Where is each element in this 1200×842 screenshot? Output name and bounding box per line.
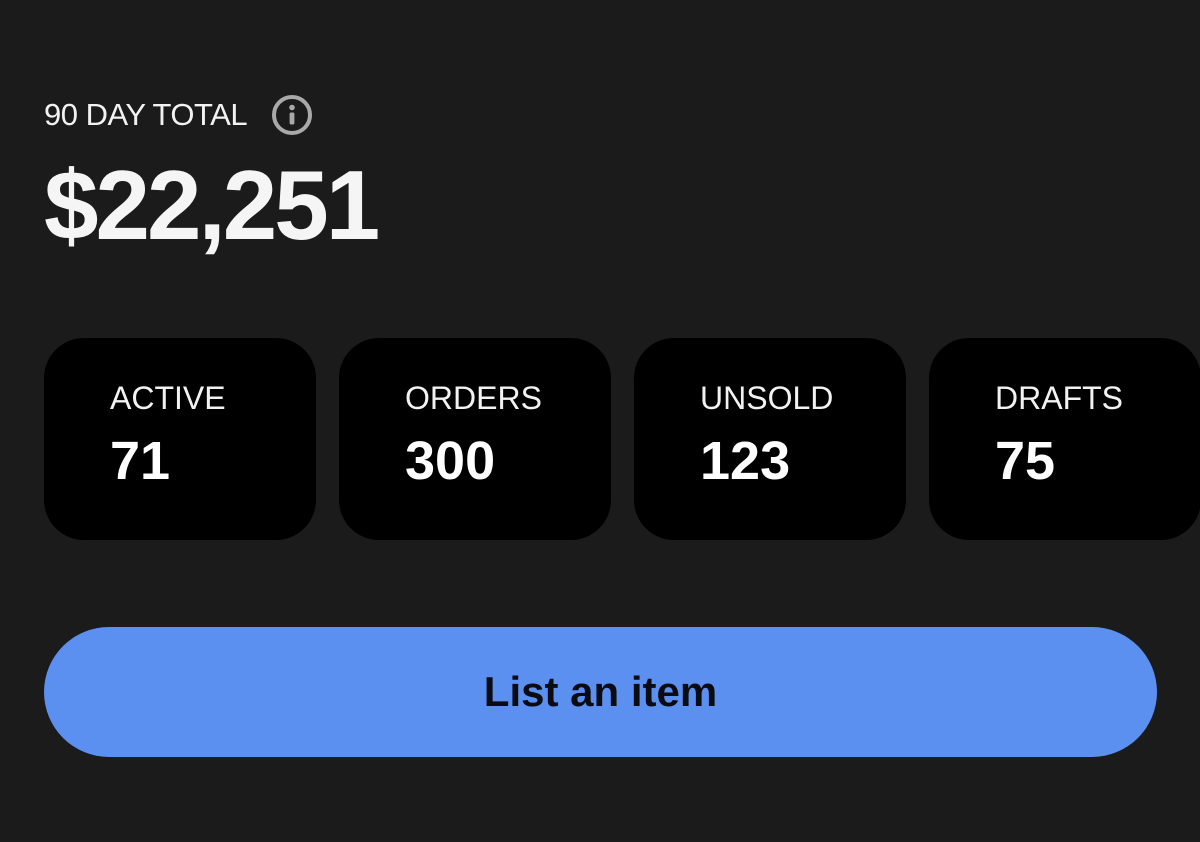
info-icon[interactable] — [271, 94, 313, 136]
stat-label: UNSOLD — [700, 380, 834, 416]
stat-value: 300 — [405, 431, 496, 491]
sales-summary: 90 DAY TOTAL $22,251 — [44, 92, 380, 260]
stat-card-orders[interactable]: ORDERS 300 — [339, 338, 611, 540]
stat-card-active[interactable]: ACTIVE 71 — [44, 338, 316, 540]
total-sales-value: $22,251 — [44, 150, 380, 260]
list-an-item-button[interactable]: List an item — [44, 627, 1157, 757]
stat-card-unsold[interactable]: UNSOLD 123 — [634, 338, 906, 540]
period-row: 90 DAY TOTAL — [44, 92, 377, 138]
stat-value: 71 — [110, 431, 171, 491]
stat-label: DRAFTS — [995, 380, 1123, 416]
stat-label: ACTIVE — [110, 380, 226, 416]
stat-value: 123 — [700, 431, 791, 491]
stat-value: 75 — [995, 431, 1056, 491]
stat-label: ORDERS — [405, 380, 542, 416]
stats-row: ACTIVE 71 ORDERS 300 UNSOLD 123 DRAFTS 7… — [44, 338, 1200, 540]
period-label: 90 DAY TOTAL — [44, 97, 248, 132]
stat-card-drafts[interactable]: DRAFTS 75 — [929, 338, 1200, 540]
